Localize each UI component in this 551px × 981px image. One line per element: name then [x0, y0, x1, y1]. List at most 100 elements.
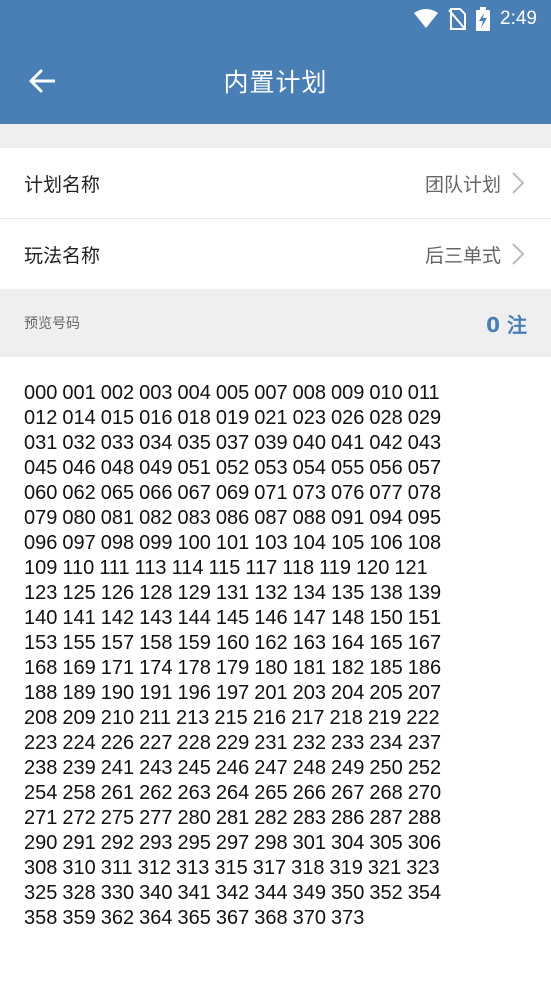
number-item: 018: [177, 407, 211, 429]
number-item: 211: [139, 707, 172, 729]
number-item: 142: [100, 607, 135, 629]
number-item: 287: [369, 807, 403, 829]
number-item: 344: [254, 882, 288, 904]
number-item: 241: [100, 757, 135, 779]
number-item: 350: [331, 882, 365, 904]
number-item: 197: [215, 682, 250, 704]
number-item: 002: [100, 382, 135, 404]
number-item: 373: [331, 907, 365, 929]
number-item: 208: [24, 707, 58, 729]
number-item: 167: [407, 632, 442, 654]
number-item: 182: [331, 657, 365, 679]
number-item: 232: [292, 732, 326, 754]
number-item: 104: [292, 532, 326, 554]
number-item: 359: [62, 907, 96, 929]
number-item: 295: [177, 832, 211, 854]
plan-name-row[interactable]: 计划名称 团队计划: [0, 148, 551, 218]
number-item: 196: [177, 682, 211, 704]
number-item: 162: [254, 632, 288, 654]
number-item: 204: [331, 682, 365, 704]
number-item: 317: [252, 857, 287, 879]
number-item: 231: [254, 732, 288, 754]
number-item: 248: [292, 757, 326, 779]
number-item: 146: [254, 607, 288, 629]
number-item: 114: [171, 557, 204, 579]
number-item: 054: [292, 457, 326, 479]
number-item: 265: [254, 782, 288, 804]
number-item: 003: [139, 382, 173, 404]
number-item: 358: [24, 907, 58, 929]
number-item: 079: [24, 507, 58, 529]
number-item: 275: [100, 807, 135, 829]
number-item: 117: [245, 557, 278, 579]
number-item: 091: [331, 507, 365, 529]
number-item: 105: [331, 532, 365, 554]
number-item: 243: [139, 757, 173, 779]
number-item: 078: [407, 482, 442, 504]
number-item: 126: [100, 582, 135, 604]
number-item: 254: [24, 782, 58, 804]
play-name-row[interactable]: 玩法名称 后三单式: [0, 219, 551, 289]
number-item: 083: [177, 507, 211, 529]
number-item: 328: [62, 882, 96, 904]
number-item: 144: [177, 607, 211, 629]
number-item: 205: [369, 682, 403, 704]
plan-name-value: 团队计划: [424, 173, 501, 196]
number-item: 181: [292, 657, 326, 679]
number-item: 342: [215, 882, 250, 904]
number-item: 096: [24, 532, 58, 554]
number-item: 365: [177, 907, 211, 929]
number-item: 280: [177, 807, 211, 829]
number-item: 264: [215, 782, 250, 804]
number-item: 087: [254, 507, 288, 529]
number-item: 201: [254, 682, 288, 704]
number-item: 164: [331, 632, 365, 654]
number-item: 155: [62, 632, 96, 654]
back-button[interactable]: [22, 61, 62, 101]
number-item: 271: [24, 807, 58, 829]
number-item: 318: [291, 857, 325, 879]
number-item: 223: [24, 732, 58, 754]
number-item: 178: [177, 657, 211, 679]
number-item: 010: [369, 382, 403, 404]
number-item: 250: [369, 757, 403, 779]
number-item: 310: [62, 857, 96, 879]
number-item: 067: [177, 482, 211, 504]
number-item: 100: [177, 532, 211, 554]
number-item: 151: [407, 607, 442, 629]
number-item: 301: [292, 832, 326, 854]
number-item: 305: [369, 832, 403, 854]
number-item: 268: [369, 782, 403, 804]
number-item: 045: [24, 457, 58, 479]
number-item: 014: [62, 407, 96, 429]
number-item: 082: [139, 507, 173, 529]
number-item: 134: [292, 582, 326, 604]
preview-count: 0 注: [486, 312, 527, 337]
number-item: 086: [215, 507, 250, 529]
app-bar: 内置计划: [0, 38, 551, 124]
number-item: 238: [24, 757, 58, 779]
number-item: 233: [331, 732, 365, 754]
number-item: 222: [406, 707, 440, 729]
number-item: 297: [215, 832, 250, 854]
number-item: 210: [100, 707, 135, 729]
number-item: 101: [215, 532, 250, 554]
number-item: 135: [331, 582, 365, 604]
number-item: 171: [100, 657, 135, 679]
number-item: 129: [177, 582, 211, 604]
number-item: 139: [407, 582, 442, 604]
number-item: 313: [176, 857, 210, 879]
number-item: 189: [62, 682, 96, 704]
number-item: 266: [292, 782, 326, 804]
number-item: 168: [24, 657, 58, 679]
number-item: 008: [292, 382, 326, 404]
number-item: 308: [24, 857, 58, 879]
number-item: 103: [254, 532, 288, 554]
number-item: 157: [100, 632, 135, 654]
number-item: 252: [407, 757, 442, 779]
number-item: 158: [139, 632, 173, 654]
number-item: 042: [369, 432, 403, 454]
number-item: 015: [100, 407, 135, 429]
number-item: 174: [139, 657, 173, 679]
number-list: 000 001 002 003 004 005 007 008 009 010 011012 014 0…: [0, 357, 478, 931]
